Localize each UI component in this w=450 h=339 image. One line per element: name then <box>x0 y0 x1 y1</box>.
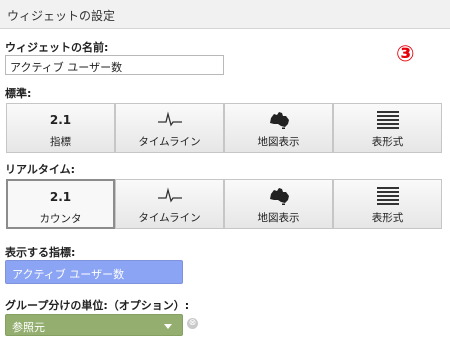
metric-label: 表示する指標: <box>5 246 76 259</box>
standard-metric-button[interactable]: 2.1 指標 <box>6 103 115 153</box>
realtime-timeline-label: タイムライン <box>138 212 201 224</box>
realtime-label: リアルタイム: <box>5 163 76 176</box>
standard-metric-label: 指標 <box>50 136 71 148</box>
realtime-table-label: 表形式 <box>371 212 404 224</box>
dialog-titlebar: ウィジェットの設定 <box>0 0 450 29</box>
realtime-map-button[interactable]: 地図表示 <box>224 179 333 229</box>
realtime-widget-types: 2.1 カウンタ タイムライン 地図表示 表形式 <box>6 179 450 229</box>
realtime-map-label: 地図表示 <box>257 212 300 224</box>
standard-label: 標準: <box>5 87 32 100</box>
table-icon <box>376 187 399 209</box>
widget-name-label: ウィジェットの名前: <box>5 41 109 54</box>
realtime-counter-value: 2.1 <box>49 190 72 204</box>
standard-table-label: 表形式 <box>371 136 404 148</box>
timeline-icon <box>157 111 183 131</box>
realtime-counter-button[interactable]: 2.1 カウンタ <box>6 179 115 229</box>
widget-name-input[interactable]: アクティブ ユーザー数 <box>5 55 224 75</box>
table-icon <box>376 111 399 133</box>
chevron-down-icon <box>164 324 172 329</box>
timeline-icon <box>157 187 183 207</box>
metric-selector[interactable]: アクティブ ユーザー数 <box>5 260 183 284</box>
standard-timeline-button[interactable]: タイムライン <box>115 103 224 153</box>
standard-map-label: 地図表示 <box>257 136 300 148</box>
clear-icon[interactable]: ⊗ <box>187 318 198 329</box>
standard-timeline-label: タイムライン <box>138 136 201 148</box>
grouping-value: 参照元 <box>12 321 45 334</box>
australia-map-icon <box>268 187 290 209</box>
standard-widget-types: 2.1 指標 タイムライン 地図表示 表形式 <box>6 103 450 153</box>
realtime-table-button[interactable]: 表形式 <box>333 179 442 229</box>
australia-map-icon <box>268 111 290 133</box>
standard-map-button[interactable]: 地図表示 <box>224 103 333 153</box>
grouping-label: グループ分けの単位:（オプション）: <box>5 299 190 312</box>
dialog-title: ウィジェットの設定 <box>7 9 116 23</box>
realtime-counter-label: カウンタ <box>39 213 82 225</box>
standard-table-button[interactable]: 表形式 <box>333 103 442 153</box>
step-marker: ③ <box>396 42 415 67</box>
grouping-dropdown[interactable]: 参照元 <box>5 314 183 336</box>
realtime-timeline-button[interactable]: タイムライン <box>115 179 224 229</box>
standard-metric-value: 2.1 <box>49 113 72 127</box>
